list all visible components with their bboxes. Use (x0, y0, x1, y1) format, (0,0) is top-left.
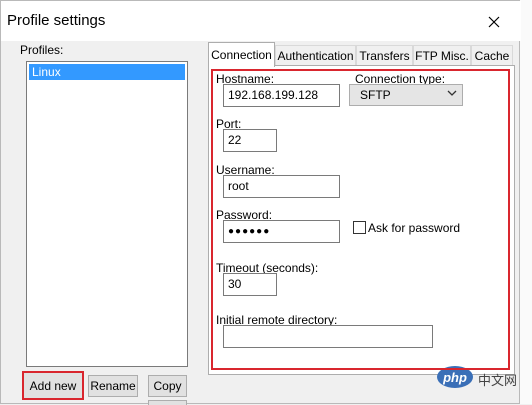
tab-label: FTP Misc. (415, 49, 469, 63)
timeout-input[interactable]: 30 (223, 273, 277, 296)
tab-authentication[interactable]: Authentication (275, 45, 356, 66)
tab-label: Authentication (277, 49, 354, 63)
chevron-down-icon (447, 90, 457, 96)
password-input[interactable]: ●●●●●● (223, 220, 340, 243)
username-input[interactable]: root (223, 175, 340, 198)
add-new-button[interactable]: Add new (22, 371, 84, 400)
tab-label: Transfers (359, 49, 410, 63)
profile-settings-dialog: Profile settings Profiles: Linux Add new… (0, 0, 521, 405)
close-icon (488, 16, 500, 28)
remote-directory-input[interactable] (223, 325, 433, 348)
profiles-label: Profiles: (20, 43, 64, 57)
ask-password-label[interactable]: Ask for password (368, 221, 460, 235)
port-input[interactable]: 22 (223, 129, 277, 152)
tab-transfers[interactable]: Transfers (356, 45, 413, 66)
tab-label: Connection (211, 48, 272, 62)
rename-button[interactable]: Rename (88, 375, 138, 397)
tab-connection[interactable]: Connection (208, 42, 275, 67)
hostname-input[interactable]: 192.168.199.128 (223, 84, 340, 107)
ask-password-checkbox[interactable] (353, 221, 366, 234)
tab-ftp-misc[interactable]: FTP Misc. (413, 45, 471, 66)
connection-type-select[interactable]: SFTP (349, 84, 463, 106)
next-button-partial[interactable] (148, 400, 187, 405)
list-item-linux[interactable]: Linux (29, 64, 185, 80)
rename-label: Rename (90, 379, 136, 393)
dialog-title: Profile settings (7, 12, 106, 29)
watermark-text: 中文网 (478, 373, 518, 388)
close-button[interactable] (477, 9, 511, 35)
tab-cache[interactable]: Cache (471, 45, 513, 66)
copy-button[interactable]: Copy (148, 375, 187, 397)
add-new-label: Add new (29, 378, 77, 393)
background-window (520, 0, 532, 404)
copy-label: Copy (153, 379, 182, 393)
tab-label: Cache (474, 49, 510, 63)
connection-type-value: SFTP (360, 88, 391, 102)
profiles-list[interactable]: Linux (26, 61, 188, 367)
